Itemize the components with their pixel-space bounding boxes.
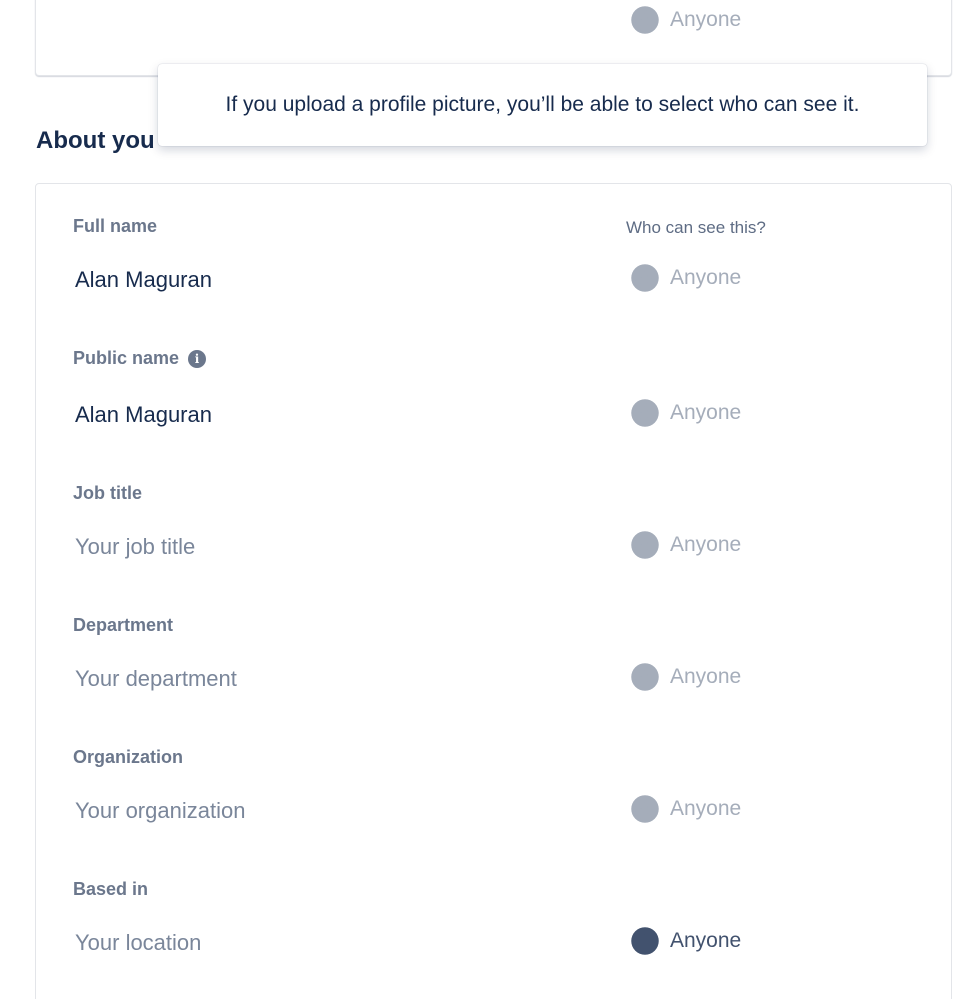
globe-icon bbox=[631, 399, 659, 427]
location-visibility-selector[interactable]: Anyone bbox=[630, 926, 741, 956]
department-label: Department bbox=[73, 615, 173, 636]
visibility-label: Anyone bbox=[670, 533, 742, 556]
about-you-card bbox=[35, 183, 952, 999]
public-name-field[interactable]: Alan Maguran bbox=[75, 402, 212, 428]
department-field[interactable]: Your department bbox=[75, 666, 237, 692]
organization-field[interactable]: Your organization bbox=[75, 798, 245, 824]
tooltip-text: If you upload a profile picture, you’ll … bbox=[225, 93, 860, 116]
visibility-label: Anyone bbox=[670, 929, 742, 952]
profile-settings-page: Anyone If you upload a profile picture, … bbox=[0, 0, 953, 999]
section-title: About you bbox=[36, 127, 155, 154]
field-label-text: Organization bbox=[73, 747, 184, 767]
organization-label: Organization bbox=[73, 747, 183, 768]
field-label-text: Based in bbox=[73, 879, 149, 899]
visibility-label: Anyone bbox=[670, 8, 742, 31]
visibility-label: Anyone bbox=[670, 266, 742, 289]
field-label-text: Public name bbox=[73, 348, 180, 368]
field-label-text: Job title bbox=[73, 483, 143, 503]
based-in-label: Based in bbox=[73, 879, 148, 900]
field-label-text: Department bbox=[73, 615, 174, 635]
tooltip: If you upload a profile picture, you’ll … bbox=[158, 64, 927, 146]
who-can-see-header: Who can see this? bbox=[626, 218, 766, 237]
visibility-label: Anyone bbox=[670, 401, 742, 424]
globe-icon bbox=[631, 531, 659, 559]
field-label-text: Full name bbox=[73, 216, 158, 236]
full-name-label: Full name bbox=[73, 216, 157, 237]
visibility-label: Anyone bbox=[670, 797, 742, 820]
job-title-field[interactable]: Your job title bbox=[75, 534, 195, 560]
visibility-label: Anyone bbox=[670, 665, 742, 688]
public-name-label: Public name i bbox=[73, 348, 207, 369]
organization-visibility: Anyone bbox=[630, 794, 741, 824]
globe-icon bbox=[631, 6, 659, 34]
public-name-visibility: Anyone bbox=[630, 398, 741, 428]
location-field[interactable]: Your location bbox=[75, 930, 201, 956]
job-title-label: Job title bbox=[73, 483, 142, 504]
globe-icon bbox=[631, 264, 659, 292]
profile-photo-visibility: Anyone bbox=[630, 5, 741, 35]
globe-icon bbox=[631, 795, 659, 823]
department-visibility: Anyone bbox=[630, 662, 741, 692]
globe-icon bbox=[631, 663, 659, 691]
job-title-visibility: Anyone bbox=[630, 530, 741, 560]
info-icon[interactable]: i bbox=[188, 349, 207, 368]
globe-icon bbox=[631, 927, 659, 955]
full-name-visibility: Anyone bbox=[630, 263, 741, 293]
full-name-field[interactable]: Alan Maguran bbox=[75, 267, 212, 293]
